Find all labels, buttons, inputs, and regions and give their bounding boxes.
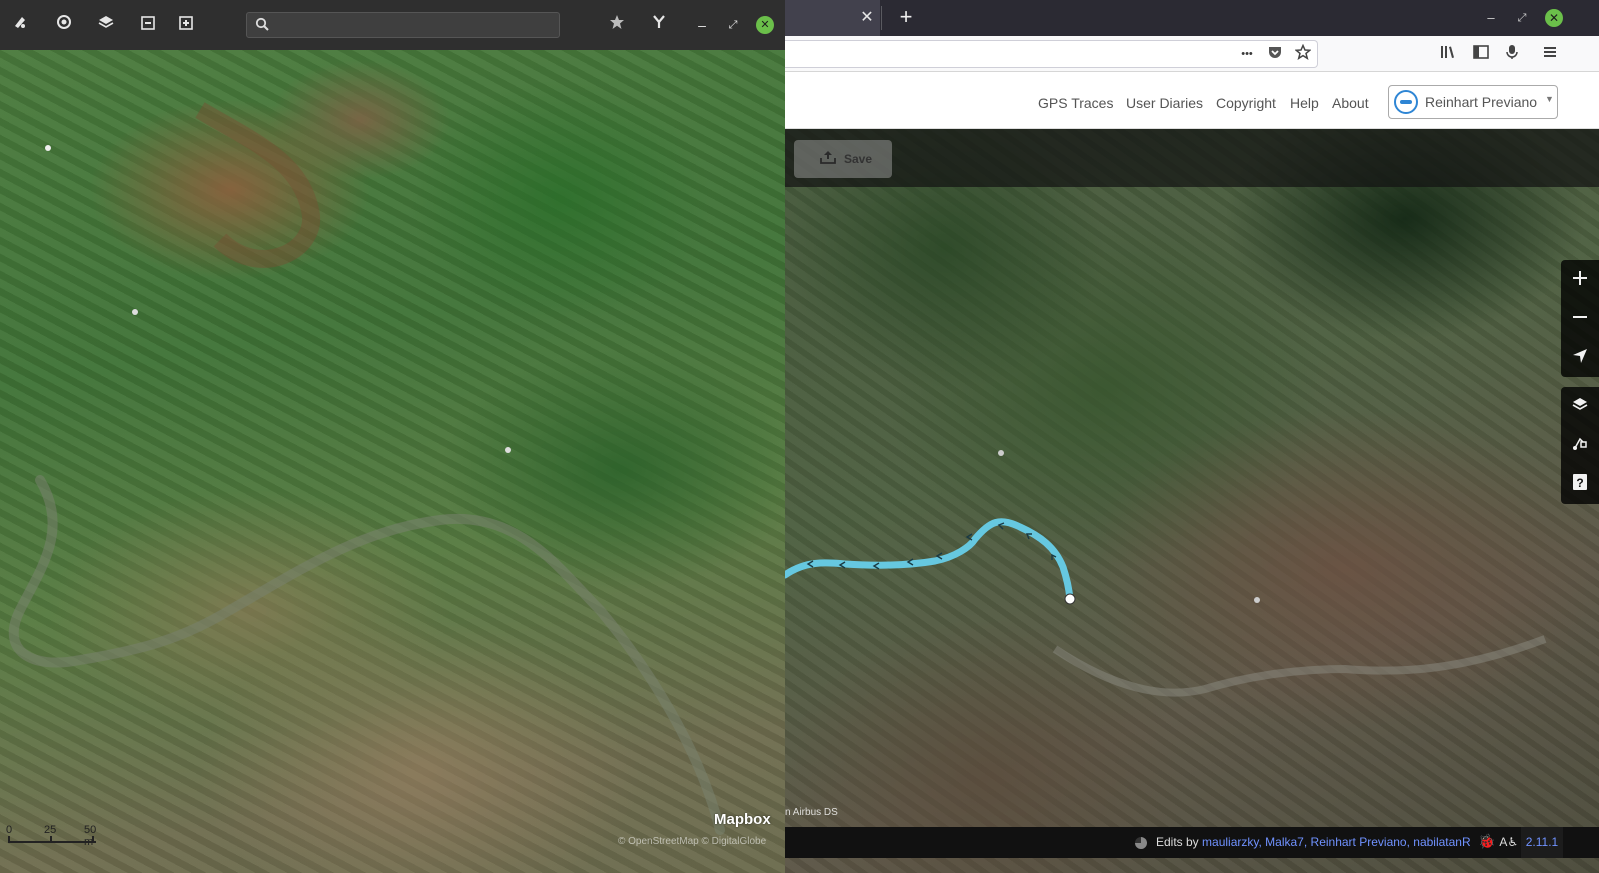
new-tab-button[interactable]: + (895, 6, 917, 29)
editor-footer: Edits by mauliarzky, Malka7, Reinhart Pr… (785, 827, 1599, 858)
route-line (785, 518, 1074, 603)
active-tab[interactable]: ✕ (785, 0, 880, 36)
chevron-down-icon: ▼ (1545, 94, 1554, 104)
nav-link-about[interactable]: About (1332, 95, 1369, 111)
editor-top-bar: Save (785, 129, 1599, 187)
upload-icon (820, 150, 836, 167)
restore-button[interactable]: ⤢ (1513, 9, 1531, 27)
editor-link[interactable]: Reinhart Previano (1311, 835, 1407, 849)
user-menu-button[interactable]: Reinhart Previano ▼ (1388, 85, 1558, 119)
osm-header: GPS Traces User Diaries Copyright Help A… (785, 72, 1599, 129)
version-badge[interactable]: 2.11.1 (1521, 827, 1563, 858)
viewer-toolbar: – ⤢ ✕ (0, 0, 785, 50)
help-button[interactable]: ? (1561, 465, 1599, 504)
editor-link[interactable]: nabilatanR (1413, 835, 1470, 849)
tab-close-icon[interactable]: ✕ (857, 8, 877, 28)
pocket-icon[interactable] (1265, 44, 1285, 64)
scale-label: 0 (6, 824, 13, 836)
map-data-button[interactable] (1561, 426, 1599, 465)
user-name: Reinhart Previano (1425, 94, 1538, 110)
microphone-icon[interactable] (1502, 44, 1522, 64)
restore-button[interactable]: ⤢ (722, 14, 744, 36)
close-button[interactable]: ✕ (1545, 9, 1563, 27)
layers-icon[interactable] (95, 14, 117, 36)
save-label: Save (844, 152, 873, 166)
footer-icons: 🐞 A♿ (1478, 833, 1518, 850)
history-pie-icon (1135, 837, 1147, 849)
zoom-in-button[interactable] (1561, 260, 1599, 299)
minimize-button[interactable]: – (691, 14, 713, 36)
zoom-out-button[interactable] (1561, 299, 1599, 338)
map-viewer-window: – ⤢ ✕ 0 25 50 m Mapbox © OpenStr (0, 0, 785, 873)
satellite-map-view[interactable]: 0 25 50 m Mapbox © OpenStreetMap © Digit… (0, 50, 785, 873)
zoom-out-icon[interactable] (137, 14, 159, 36)
edits-by: Edits by mauliarzky, Malka7, Reinhart Pr… (1156, 835, 1471, 849)
map-attribution: © OpenStreetMap © DigitalGlobe (618, 836, 767, 847)
map-terrain-overlay (8, 102, 725, 835)
draw-icon[interactable] (9, 14, 31, 36)
nav-link-user-diaries[interactable]: User Diaries (1126, 95, 1203, 111)
star-icon[interactable] (606, 14, 628, 36)
avatar (1394, 90, 1418, 114)
navigation-bar: ••• (785, 36, 1599, 72)
tab-divider (881, 6, 882, 30)
svg-text:?: ? (1576, 476, 1583, 490)
editor-link[interactable]: mauliarzky (1202, 835, 1258, 849)
menu-icon[interactable] (1540, 44, 1560, 64)
editor-link[interactable]: Malka7 (1265, 835, 1304, 849)
bookmark-star-icon[interactable] (1293, 43, 1313, 64)
search-icon (255, 17, 269, 34)
scale-label: 50 m (84, 824, 97, 848)
search-input[interactable] (277, 16, 547, 34)
background-layers-button[interactable] (1561, 387, 1599, 426)
map-data-layer (785, 450, 1547, 697)
nav-link-copyright[interactable]: Copyright (1216, 95, 1276, 111)
nav-link-help[interactable]: Help (1290, 95, 1319, 111)
imagery-attribution: n Airbus DS (785, 807, 838, 818)
minimize-button[interactable]: – (1482, 9, 1500, 27)
library-icon[interactable] (1439, 44, 1459, 64)
fork-icon[interactable] (648, 14, 670, 36)
viewer-search-box[interactable] (246, 12, 560, 38)
locate-icon[interactable] (53, 14, 75, 36)
sidebar-icon[interactable] (1471, 44, 1491, 64)
page-actions-icon[interactable]: ••• (1237, 44, 1257, 64)
url-bar[interactable]: ••• (785, 40, 1318, 68)
accessibility-icon[interactable]: A♿ (1499, 835, 1518, 849)
bug-icon[interactable]: 🐞 (1478, 833, 1495, 849)
scale-label: 25 (44, 824, 57, 836)
mapbox-logo: Mapbox (714, 811, 771, 828)
tab-bar: ✕ + – ⤢ ✕ (785, 0, 1599, 36)
browser-window: ✕ + – ⤢ ✕ ••• GPS Traces User Diaries Co… (785, 0, 1599, 873)
nav-link-gps-traces[interactable]: GPS Traces (1038, 95, 1113, 111)
save-button[interactable]: Save (794, 140, 892, 178)
geolocate-button[interactable] (1561, 338, 1599, 377)
id-editor-map[interactable]: Save ? n Airbus DS Edits by mauliarzky, … (785, 129, 1599, 873)
edits-label: Edits by (1156, 835, 1199, 849)
scale-bar: 0 25 50 m (6, 822, 97, 848)
zoom-in-icon[interactable] (175, 14, 197, 36)
close-button[interactable]: ✕ (756, 16, 774, 34)
